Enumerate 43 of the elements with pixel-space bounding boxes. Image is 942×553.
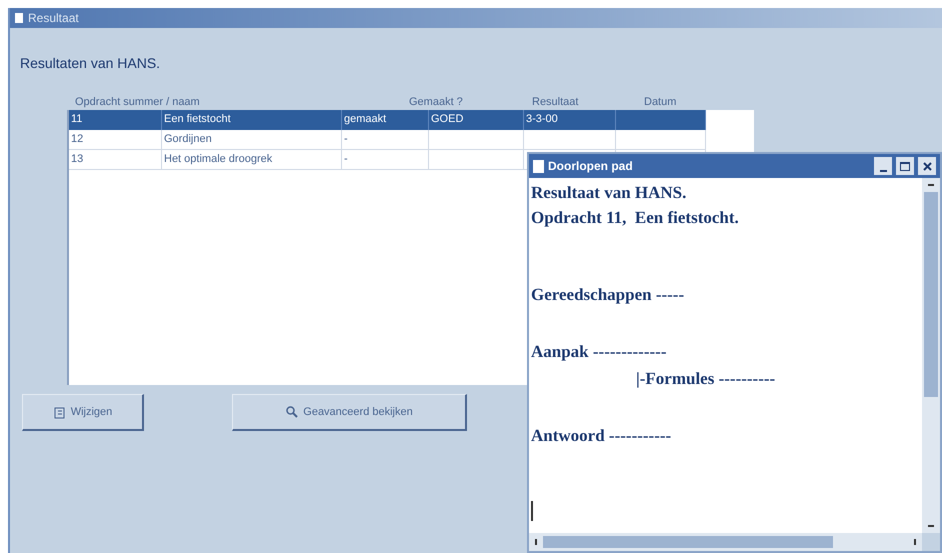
maximize-button[interactable]	[896, 157, 914, 175]
column-header: Datum	[644, 96, 676, 108]
text-cursor	[531, 501, 533, 521]
horizontal-scrollbar[interactable]	[529, 533, 922, 551]
table-cell: 11	[71, 113, 82, 125]
app-icon	[14, 12, 24, 24]
close-button[interactable]	[918, 157, 936, 175]
column-header: Opdracht summer / naam	[75, 96, 200, 108]
page-heading: Resultaten van HANS.	[20, 55, 160, 71]
table-cell: -	[344, 133, 348, 145]
scroll-thumb[interactable]	[543, 536, 833, 548]
document-line: Aanpak -------------	[531, 342, 666, 361]
document-line: |-Formules ----------	[636, 369, 776, 388]
document-area[interactable]: Resultaat van HANS. Opdracht 11, Een fietstocht. Gereedschappen ----- Aanpak ------------- |-Formules ---------- Antwoord -----------	[529, 178, 922, 533]
column-header: Resultaat	[532, 96, 578, 108]
window-title: Resultaat	[28, 10, 79, 27]
edit-button[interactable]: Wijzigen	[22, 394, 144, 431]
document-line: Opdracht 11, Een fietstocht.	[531, 208, 739, 227]
table-cell: Het optimale droogrek	[164, 153, 272, 165]
table-cell: Een fietstocht	[164, 113, 231, 125]
table-cell: GOED	[431, 113, 464, 125]
table-row[interactable]: 11 Een fietstocht gemaakt GOED 3-3-00	[69, 110, 706, 130]
table-cell: 3-3-00	[526, 113, 558, 125]
document-line: Antwoord -----------	[531, 426, 672, 445]
table-cell: -	[344, 153, 348, 165]
scroll-thumb[interactable]	[924, 192, 938, 397]
vertical-scrollbar[interactable]	[922, 178, 940, 533]
table-cell: gemaakt	[344, 113, 386, 125]
document-line: Resultaat van HANS.	[531, 183, 686, 202]
maximize-icon	[900, 162, 910, 170]
search-icon	[285, 405, 300, 419]
table-cell: 12	[71, 133, 84, 145]
table-cell: Gordijnen	[164, 133, 212, 145]
minimize-button[interactable]	[874, 157, 892, 175]
close-icon	[922, 162, 932, 170]
app-icon	[533, 160, 544, 172]
table-cell: 13	[71, 153, 84, 165]
view-button[interactable]: Geavanceerd bekijken	[232, 394, 467, 431]
table-row[interactable]: 12 Gordijnen -	[69, 130, 706, 150]
minimize-icon	[880, 170, 886, 172]
column-header: Gemaakt ?	[409, 96, 463, 108]
edit-icon	[52, 405, 67, 419]
document-line: Gereedschappen -----	[531, 285, 684, 304]
